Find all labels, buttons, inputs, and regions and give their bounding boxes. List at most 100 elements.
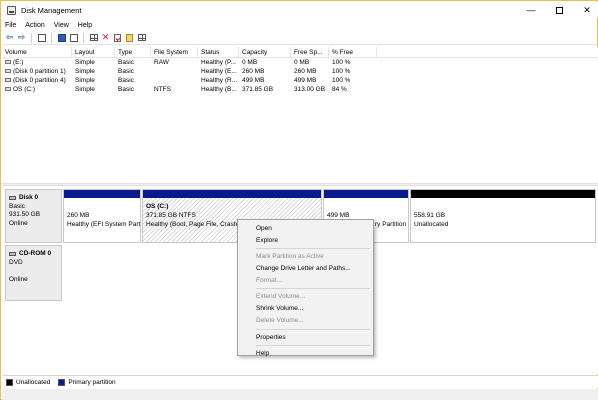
open-doc-icon[interactable] [125,33,134,42]
volume-capacity: 260 MB [242,68,265,75]
menu-bar: File Action View Help [2,19,598,31]
menu-item-open[interactable]: Open [238,223,373,235]
column-header-file-system[interactable]: File System [151,47,198,57]
volume-layout: Simple [75,77,95,84]
menu-item-explore[interactable]: Explore [238,235,373,247]
legend-label: Primary partition [68,378,116,386]
volume-capacity: 499 MB [242,77,265,84]
volume-layout: Simple [75,59,95,66]
volume-status: Healthy (P... [201,59,236,66]
partition-context-menu: Open Explore Mark Partition as Active Ch… [237,219,374,357]
volume-type: Basic [118,77,134,84]
column-header-free-space[interactable]: Free Sp... [291,47,329,57]
delete-x-icon[interactable]: ✕ [101,33,110,42]
menu-item-properties[interactable]: Properties [238,332,373,344]
window-title: Disk Management [21,5,82,15]
partition-status: Unallocated [414,221,449,228]
volume-name: (Disk 0 partition 4) [13,77,66,84]
disk-status: Online [9,219,28,227]
menu-separator [256,248,370,250]
disk-0-label[interactable]: Disk 0 Basic 931.50 GB Online [5,189,62,243]
volume-status: Healthy (B... [201,86,237,93]
unallocated-bar [411,190,595,198]
minimize-icon: — [526,5,536,15]
volume-layout: Simple [75,86,95,93]
menu-file[interactable]: File [5,22,16,29]
disk-type: DVD [9,258,23,266]
column-header-layout[interactable]: Layout [72,47,115,57]
close-icon: ✕ [583,4,591,15]
table-row[interactable]: OS (C:) Simple Basic NTFS Healthy (B... … [2,85,598,94]
primary-partition-bar [324,190,408,198]
partition-title [67,202,137,211]
menu-item-mark-active: Mark Partition as Active [256,253,324,261]
close-button[interactable]: ✕ [573,2,598,18]
legend-item-primary: Primary partition [58,378,116,386]
legend: Unallocated Primary partition [2,375,598,388]
partition-unallocated[interactable]: 558.91 GB Unallocated [410,189,596,243]
volume-file-system: NTFS [154,86,171,93]
disk-management-app-icon [7,5,16,15]
toolbar-separator [31,32,32,43]
menu-item-help[interactable]: Help [238,348,373,360]
column-header-type[interactable]: Type [115,47,151,57]
volume-type: Basic [118,86,134,93]
disk-management-window: Disk Management — ✕ File Action View Hel… [0,0,598,400]
cdrom-icon [9,252,16,257]
disk-status: Online [9,275,28,283]
volume-icon [5,78,11,83]
volume-layout: Simple [75,68,95,75]
partition-efi[interactable]: 260 MB Healthy (EFI System Part [63,189,141,243]
table-row[interactable]: (E:) Simple Basic RAW Healthy (P... 0 MB… [2,58,598,67]
volume-type: Basic [118,59,134,66]
table-row[interactable]: (Disk 0 partition 4) Simple Basic Health… [2,76,598,85]
table-row[interactable]: (Disk 0 partition 1) Simple Basic Health… [2,67,598,76]
disk-type: Basic [9,202,25,210]
partition-status: Healthy (EFI System Part [67,221,140,228]
menu-item-change-drive-letter[interactable]: Change Drive Letter and Paths... [238,263,373,275]
menu-view[interactable]: View [54,22,69,29]
volume-name: (E:) [13,59,24,66]
view-grid-icon[interactable] [137,33,146,42]
forward-arrow-icon[interactable]: ⇨ [17,33,26,42]
properties-icon[interactable] [69,33,78,42]
volume-name: (Disk 0 partition 1) [13,68,66,75]
volume-capacity: 371.85 GB [242,86,274,93]
disk-name: Disk 0 [19,194,39,201]
volume-free-space: 0 MB [294,59,310,66]
connect-icon[interactable] [89,33,98,42]
column-header-volume[interactable]: Volume [2,47,72,57]
primary-partition-bar [143,190,321,198]
menu-item-format: Format... [256,276,283,284]
title-bar[interactable]: Disk Management — ✕ [2,2,598,18]
volume-free-space: 260 MB [294,68,317,75]
minimize-button[interactable]: — [517,2,545,18]
menu-item-extend-volume: Extend Volume... [256,293,306,301]
column-header-percent-free[interactable]: % Free [329,47,377,57]
column-header-status[interactable]: Status [198,47,239,57]
volume-list[interactable]: Volume Layout Type File System Status Ca… [2,47,598,183]
disk-icon [9,196,16,201]
volume-free-space: 313.00 GB [294,86,326,93]
help-book-icon[interactable] [57,33,66,42]
volume-status: Healthy (E... [201,68,237,75]
menu-action[interactable]: Action [25,22,44,29]
back-arrow-icon[interactable]: ⇦ [5,33,14,42]
console-tree-icon[interactable] [37,33,46,42]
check-icon[interactable] [113,33,122,42]
menu-item-shrink-volume[interactable]: Shrink Volume... [238,303,373,315]
volume-percent-free: 100 % [332,77,351,84]
cdrom-0-label[interactable]: CD-ROM 0 DVD Online [5,245,62,301]
volume-capacity: 0 MB [242,59,258,66]
menu-help[interactable]: Help [78,22,92,29]
partition-title [327,202,405,211]
menu-separator [256,288,370,290]
volume-type: Basic [118,68,134,75]
volume-percent-free: 100 % [332,68,351,75]
maximize-button[interactable] [545,2,573,18]
legend-label: Unallocated [16,378,51,386]
column-header-capacity[interactable]: Capacity [239,47,291,57]
status-bar [2,389,598,400]
volume-file-system: RAW [154,59,169,66]
menu-separator [256,345,370,347]
